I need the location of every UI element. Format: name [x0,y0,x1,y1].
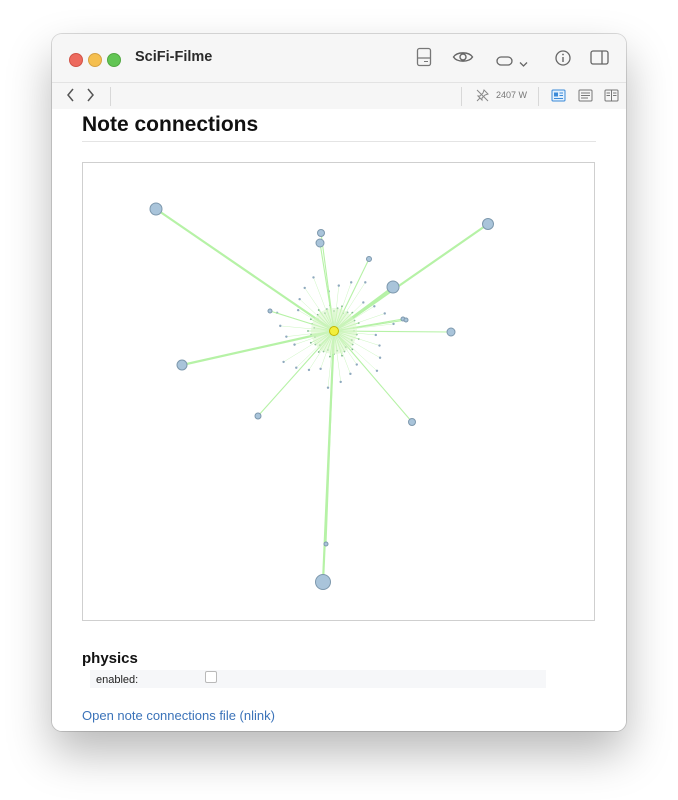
preview-mode-icon[interactable] [551,89,566,107]
graph-node-small[interactable] [326,386,330,389]
graph-node-small[interactable] [309,341,312,344]
sidebar-icon[interactable] [590,50,609,70]
physics-enabled-checkbox[interactable] [205,671,217,683]
graph-node-small[interactable] [279,324,282,328]
graph-node-small[interactable] [285,335,288,338]
connection-graph[interactable] [82,162,595,621]
graph-node[interactable] [315,238,325,248]
graph-node-small[interactable] [309,318,312,321]
graph-node-small[interactable] [298,297,301,301]
graph-node-small[interactable] [375,369,379,373]
graph-node-small[interactable] [349,372,352,376]
toolbar-divider [538,87,539,106]
graph-node-small[interactable] [312,276,315,279]
graph-node-small[interactable] [350,281,353,284]
split-mode-icon[interactable] [604,89,619,107]
graph-node[interactable] [446,327,456,337]
chevron-down-icon[interactable] [519,55,528,73]
graph-node-small[interactable] [392,322,395,326]
graph-node-small[interactable] [355,363,358,366]
graph-node-small[interactable] [329,355,331,358]
graph-node[interactable] [315,574,331,590]
graph-edge [325,330,335,545]
physics-heading: physics [82,650,138,667]
graph-node-small[interactable] [341,354,343,357]
physics-enabled-label: enabled: [96,674,139,686]
graph-node-small[interactable] [364,281,367,284]
graph-node[interactable] [176,359,188,371]
info-icon[interactable] [555,50,571,71]
graph-node-small[interactable] [319,367,322,371]
physics-enabled-row: enabled: [90,670,546,688]
zoom-window-button[interactable] [107,53,121,67]
text-mode-icon[interactable] [578,89,593,107]
graph-node-small[interactable] [282,360,285,364]
graph-node-small[interactable] [296,308,300,312]
graph-node-small[interactable] [383,312,386,315]
forward-button[interactable] [85,87,95,108]
secondary-toolbar: 2407 W [52,82,626,110]
graph-node-small[interactable] [378,356,382,359]
graph-node-small[interactable] [303,286,306,290]
open-nlink-file-link[interactable]: Open note connections file (nlink) [82,708,275,723]
graph-node-small[interactable] [295,366,298,369]
graph-node-small[interactable] [362,301,365,304]
eye-icon[interactable] [452,50,474,69]
graph-node-small[interactable] [307,368,311,372]
app-window: SciFi-Filme 2407 W Note connections phys… [52,34,626,731]
graph-node-small[interactable] [317,351,320,353]
graph-edge [181,329,335,367]
pill-toggle-icon[interactable] [496,53,514,71]
graph-node[interactable] [403,317,409,323]
graph-node[interactable] [386,280,400,294]
graph-node-small[interactable] [378,344,381,347]
graph-node[interactable] [323,541,329,547]
graph-node[interactable] [482,218,494,230]
graph-node-small[interactable] [337,284,340,287]
graph-node-center[interactable] [329,326,339,336]
graph-node[interactable] [366,256,372,262]
toolbar-divider [110,87,111,106]
graph-node[interactable] [254,412,262,420]
graph-node[interactable] [267,308,273,314]
layout-icon[interactable] [416,47,433,72]
page-title: Note connections [82,113,259,136]
close-window-button[interactable] [69,53,83,67]
graph-node-small[interactable] [293,343,296,346]
toolbar-divider [461,87,462,106]
title-bar[interactable]: SciFi-Filme [52,34,626,82]
graph-node[interactable] [317,229,325,237]
window-title: SciFi-Filme [135,49,213,65]
graph-node-small[interactable] [373,305,376,308]
back-button[interactable] [66,87,76,108]
graph-node[interactable] [408,418,416,426]
graph-canvas[interactable] [83,163,594,620]
minimize-window-button[interactable] [88,53,102,67]
graph-node-small[interactable] [339,380,342,384]
graph-edge [155,208,335,332]
graph-node-small[interactable] [374,333,377,337]
document-content: Note connections physics enabled: Open n… [52,109,626,731]
graph-node[interactable] [149,202,163,216]
word-count: 2407 W [496,90,528,100]
pin-off-icon[interactable] [476,89,489,107]
graph-node-small[interactable] [307,330,309,332]
heading-rule [82,141,596,142]
